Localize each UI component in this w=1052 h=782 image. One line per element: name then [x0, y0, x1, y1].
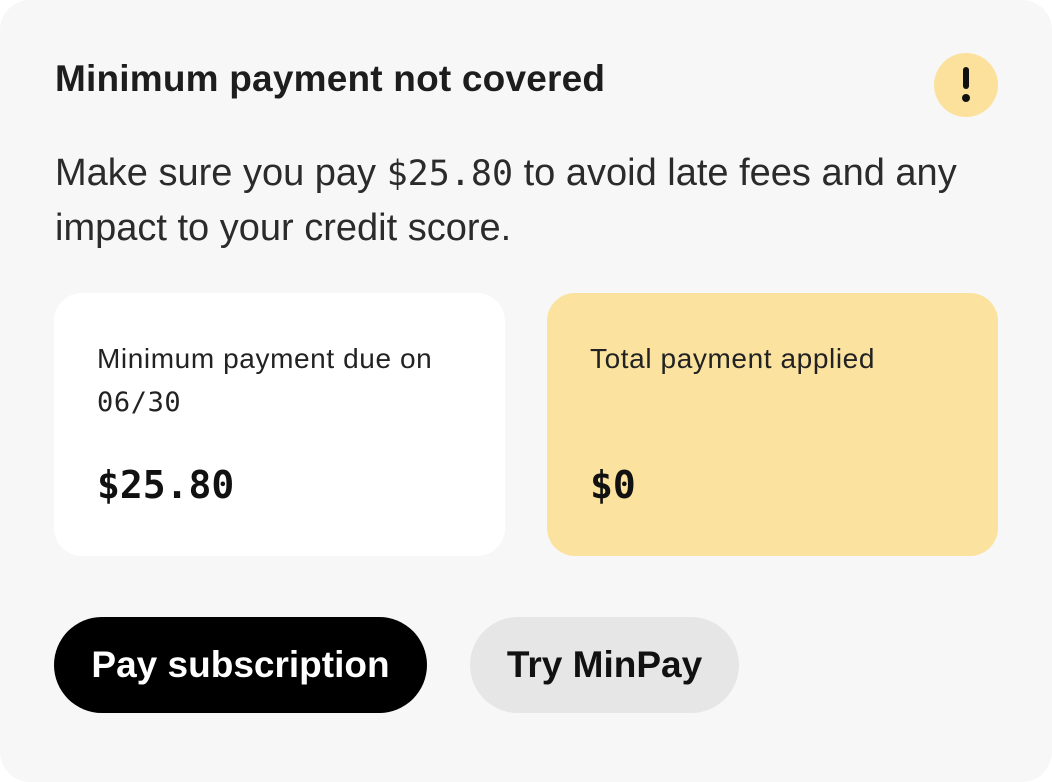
message-amount: $25.80: [386, 154, 514, 194]
pay-subscription-button[interactable]: Pay subscription: [54, 617, 427, 713]
card-title: Minimum payment not covered: [55, 58, 606, 99]
minimum-payment-label: Minimum payment due on 06/30: [97, 337, 463, 424]
due-date: 06/30: [97, 387, 182, 418]
minimum-payment-label-text: Minimum payment due on: [97, 343, 433, 374]
minimum-payment-tile: Minimum payment due on 06/30 $25.80: [54, 293, 505, 556]
total-payment-amount: $0: [590, 463, 636, 507]
minimum-payment-amount: $25.80: [97, 463, 235, 507]
payment-alert-card: Minimum payment not covered Make sure yo…: [0, 0, 1052, 782]
card-message: Make sure you pay $25.80 to avoid late f…: [55, 146, 975, 255]
message-text-start: Make sure you pay: [55, 152, 387, 194]
total-payment-label: Total payment applied: [590, 343, 875, 374]
card-header: Minimum payment not covered: [55, 53, 998, 118]
total-payment-tile: Total payment applied $0: [547, 293, 998, 556]
try-minpay-button[interactable]: Try MinPay: [470, 617, 739, 713]
exclamation-icon: [934, 53, 998, 117]
